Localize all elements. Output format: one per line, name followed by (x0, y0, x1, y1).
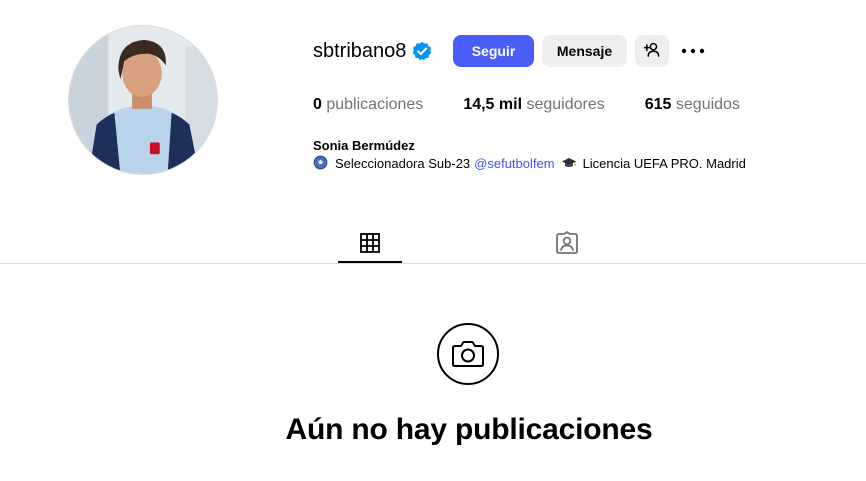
graduation-cap-icon (561, 155, 577, 171)
grid-icon (360, 233, 380, 253)
suggest-user-button[interactable] (635, 35, 669, 67)
message-button[interactable]: Mensaje (542, 35, 627, 67)
following-count: 615 (644, 96, 672, 113)
more-options-button[interactable] (681, 38, 705, 64)
empty-state-title: Aún no hay publicaciones (285, 413, 653, 446)
tabs-divider (0, 263, 866, 264)
person-add-icon (642, 42, 661, 60)
active-tab-indicator (338, 261, 402, 263)
username: sbtribano8 (313, 39, 407, 62)
avatar-photo (69, 26, 217, 174)
bio-text-1: Seleccionadora Sub-23 (335, 155, 471, 171)
verified-badge-icon (412, 41, 432, 61)
posts-count: 0 (313, 96, 322, 113)
posts-stat: 0 publicaciones (313, 96, 423, 114)
follow-button[interactable]: Seguir (453, 35, 534, 67)
bio: Seleccionadora Sub-23 @sefutbolfem Licen… (313, 155, 746, 171)
followers-label: seguidores (526, 96, 605, 113)
following-label: seguidos (675, 96, 740, 113)
bio-mention-link[interactable]: @sefutbolfem (474, 156, 554, 171)
profile-header-row: sbtribano8 (313, 34, 432, 68)
tab-tagged[interactable] (535, 223, 599, 263)
posts-label: publicaciones (326, 96, 424, 113)
profile-stats: 0 publicaciones 14,5 mil seguidores 615 … (313, 96, 780, 114)
tab-posts[interactable] (338, 223, 402, 263)
tagged-person-icon (556, 231, 578, 254)
followers-stat[interactable]: 14,5 mil seguidores (463, 96, 604, 114)
camera-icon (452, 341, 484, 367)
more-horizontal-icon (681, 48, 705, 54)
full-name: Sonia Bermúdez (313, 138, 415, 153)
following-stat[interactable]: 615 seguidos (645, 96, 740, 114)
soccer-ball-icon (313, 155, 329, 171)
followers-count: 14,5 mil (463, 96, 523, 113)
empty-state-camera (437, 323, 499, 385)
bio-text-2: Licencia UEFA PRO. Madrid (582, 155, 746, 171)
profile-avatar[interactable] (68, 25, 218, 175)
